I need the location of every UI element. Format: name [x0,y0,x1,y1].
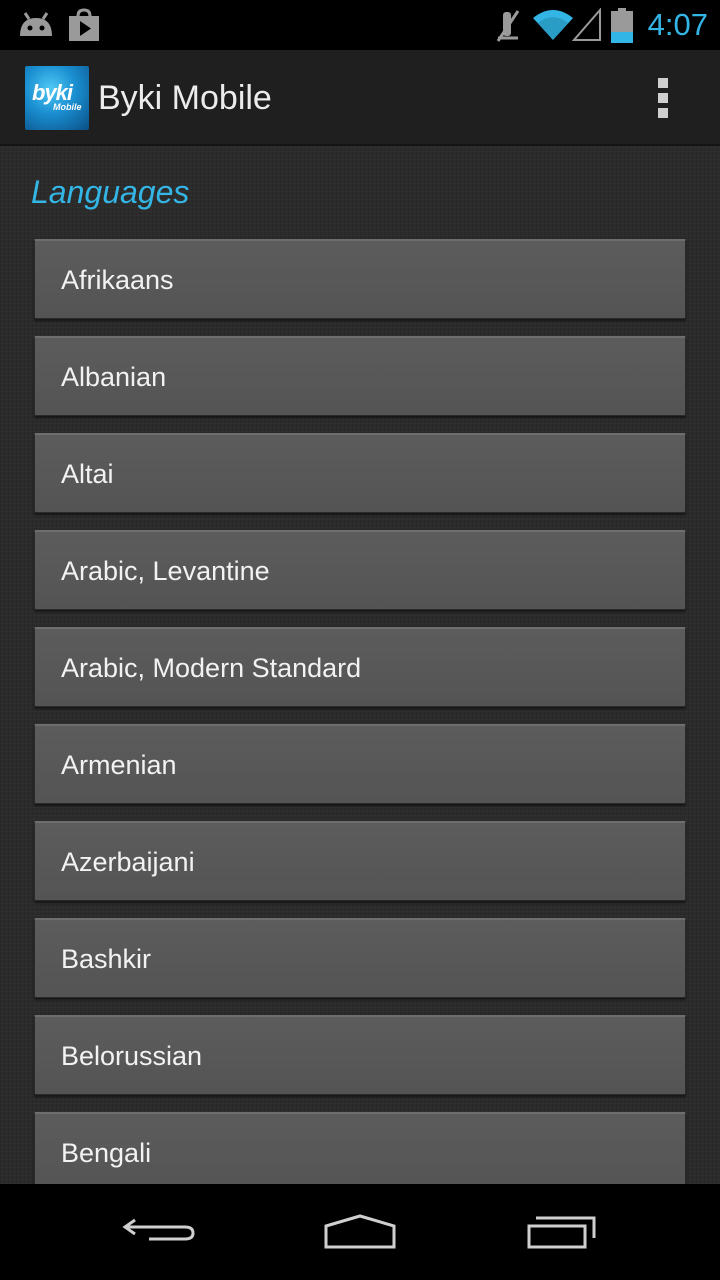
mute-icon [494,8,522,46]
language-list: Afrikaans Albanian Altai Arabic, Levanti… [34,239,686,1184]
android-notification-icon [16,8,56,44]
play-store-icon [68,8,100,46]
clock: 4:07 [647,7,708,42]
language-button[interactable]: Bashkir [34,918,686,998]
wifi-icon [532,8,574,46]
app-title: Byki Mobile [98,79,272,117]
language-label: Belorussian [61,1041,203,1071]
recent-apps-icon[interactable] [510,1202,620,1262]
language-label: Albanian [61,362,167,392]
language-button[interactable]: Armenian [34,724,686,804]
languages-screen: Languages Afrikaans Albanian Altai Arabi… [0,146,720,1184]
overflow-menu-icon[interactable] [636,74,690,122]
language-label: Bengali [61,1138,152,1168]
language-label: Armenian [61,750,177,780]
status-bar: 4:07 [0,0,720,50]
language-button[interactable]: Albanian [34,336,686,416]
language-button[interactable]: Afrikaans [34,239,686,319]
language-button[interactable]: Arabic, Modern Standard [34,627,686,707]
language-button[interactable]: Belorussian [34,1015,686,1095]
app-logo[interactable]: byki Mobile [25,66,89,130]
language-label: Azerbaijani [61,847,195,877]
language-label: Arabic, Levantine [61,556,270,586]
battery-icon [610,8,634,48]
language-label: Afrikaans [61,265,174,295]
language-button[interactable]: Arabic, Levantine [34,530,686,610]
home-icon[interactable] [305,1202,415,1262]
action-bar: byki Mobile Byki Mobile [0,50,720,146]
navigation-bar [0,1184,720,1280]
back-icon[interactable] [105,1202,215,1262]
language-label: Arabic, Modern Standard [61,653,362,683]
language-label: Altai [61,459,114,489]
language-button[interactable]: Altai [34,433,686,513]
signal-icon [571,7,602,46]
language-button[interactable]: Bengali [34,1112,686,1184]
language-button[interactable]: Azerbaijani [34,821,686,901]
section-title: Languages [31,174,190,210]
logo-subtext: Mobile [53,102,82,112]
language-label: Bashkir [61,944,152,974]
